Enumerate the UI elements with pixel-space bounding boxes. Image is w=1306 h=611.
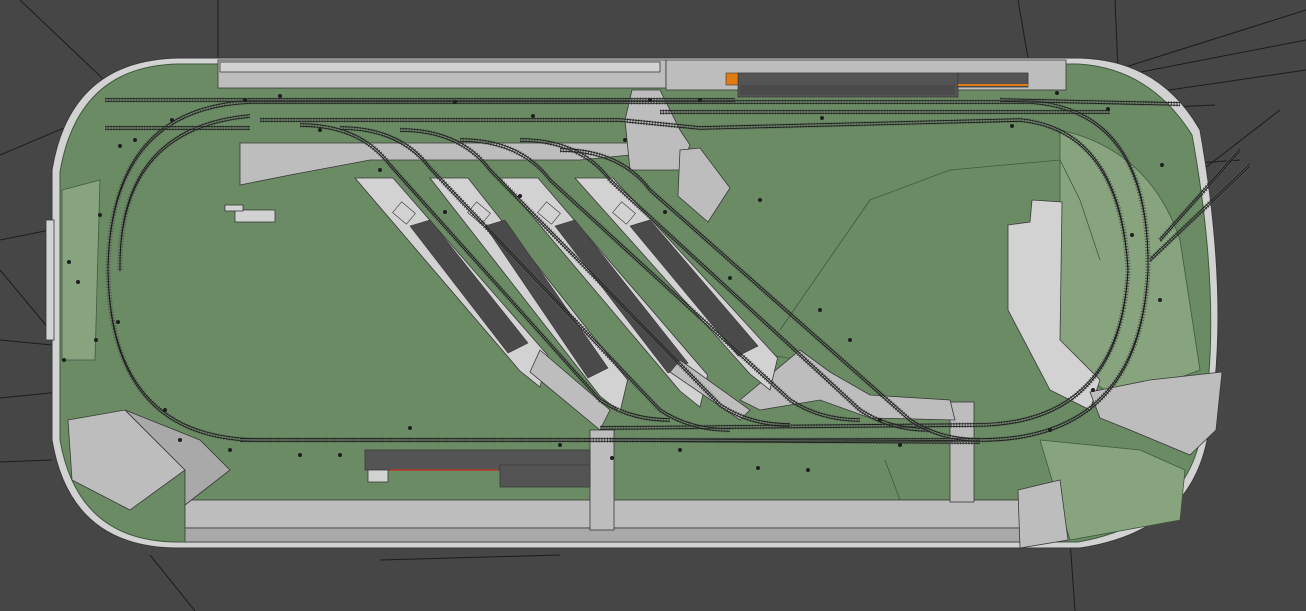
signal-post	[820, 116, 824, 120]
signal-post	[116, 320, 120, 324]
small-hut-2[interactable]	[224, 204, 244, 212]
signal-post	[1010, 124, 1014, 128]
signal-post	[1160, 163, 1164, 167]
signal-post	[558, 443, 562, 447]
lower-platform-connector	[589, 429, 615, 531]
platform-shelter[interactable]	[367, 469, 389, 483]
signal-post	[170, 118, 174, 122]
guide-line	[0, 459, 53, 463]
signal-post	[298, 453, 302, 457]
signal-post	[443, 210, 447, 214]
guide-line	[0, 269, 51, 331]
signal-post	[878, 418, 882, 422]
layout-canvas[interactable]	[0, 0, 1306, 611]
signal-post	[98, 213, 102, 217]
signal-post	[728, 276, 732, 280]
signal-post	[1091, 388, 1095, 392]
signal-post	[62, 358, 66, 362]
guide-line	[1099, 9, 1306, 76]
signal-post	[531, 114, 535, 118]
bottom-right-pad	[1017, 479, 1069, 549]
signal-post	[453, 100, 457, 104]
signal-post	[663, 210, 667, 214]
signal-post	[163, 408, 167, 412]
signal-post	[756, 466, 760, 470]
signal-post	[518, 194, 522, 198]
signal-post	[338, 453, 342, 457]
guide-line	[1114, 0, 1119, 71]
terrain-patch-left	[61, 179, 101, 361]
signal-post	[848, 338, 852, 342]
small-hut[interactable]	[234, 209, 276, 223]
signal-post	[133, 138, 137, 142]
signal-post	[1048, 428, 1052, 432]
layout-viewport[interactable]	[0, 0, 1306, 611]
signal-post	[1106, 107, 1110, 111]
signal-post	[243, 98, 247, 102]
guide-line	[149, 554, 196, 611]
left-wall	[45, 219, 55, 341]
signal-post	[610, 456, 614, 460]
guide-line	[1069, 539, 1076, 611]
signal-post	[1055, 91, 1059, 95]
signal-post	[228, 448, 232, 452]
signal-post	[76, 280, 80, 284]
signal-post	[1158, 298, 1162, 302]
signal-post	[758, 198, 762, 202]
guide-line	[0, 391, 61, 399]
signal-post	[118, 144, 122, 148]
signal-post	[818, 308, 822, 312]
guide-line	[379, 554, 561, 561]
signal-post	[806, 468, 810, 472]
station-building-bottom-2[interactable]	[499, 464, 591, 488]
goods-shed-top-roof	[740, 85, 955, 95]
signal-post	[378, 168, 382, 172]
signal-post	[698, 98, 702, 102]
signal-post	[648, 98, 652, 102]
signal-post	[678, 448, 682, 452]
signal-post	[278, 94, 282, 98]
signal-post	[94, 338, 98, 342]
signal-post	[1130, 233, 1134, 237]
orange-wagon[interactable]	[725, 72, 739, 86]
signal-post	[623, 138, 627, 142]
signal-post	[898, 443, 902, 447]
signal-post	[178, 438, 182, 442]
guide-line	[0, 339, 53, 346]
top-road-strip-inner	[219, 61, 661, 73]
signal-post	[408, 426, 412, 430]
signal-post	[67, 260, 71, 264]
signal-post	[318, 128, 322, 132]
